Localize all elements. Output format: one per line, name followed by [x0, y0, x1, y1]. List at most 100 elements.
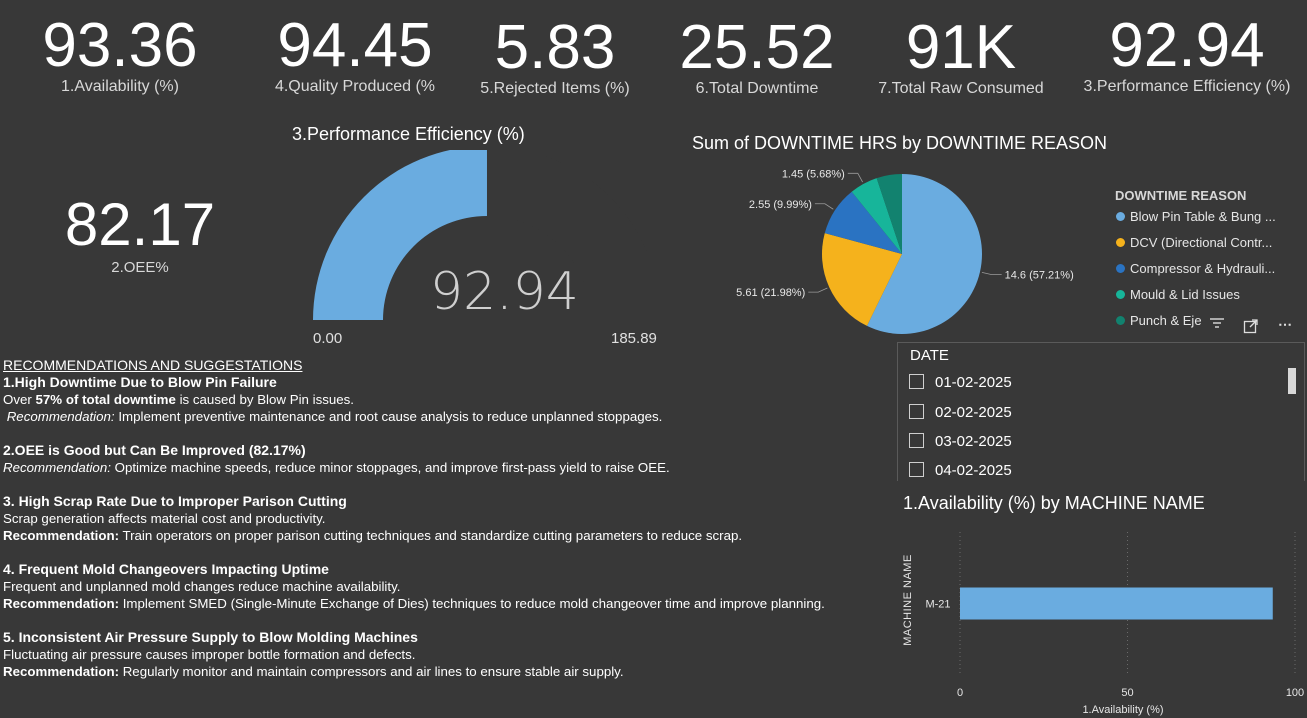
- recommendations-heading: RECOMMENDATIONS AND SUGGESTATIONS: [3, 357, 303, 373]
- filter-icon[interactable]: [1209, 316, 1225, 333]
- pie-leader-line: [808, 287, 828, 293]
- bar-x-tick-label: 0: [957, 687, 963, 699]
- gauge-title: 3.Performance Efficiency (%): [292, 124, 525, 144]
- slicer-item[interactable]: 02-02-2025: [909, 404, 1012, 421]
- kpi-value: 93.36: [42, 11, 198, 80]
- pie-data-label: 2.55 (9.99%): [749, 199, 812, 211]
- more-options-icon[interactable]: ⋯: [1278, 316, 1292, 333]
- legend-dot: [1116, 290, 1125, 299]
- bar-category-label: M-21: [925, 599, 950, 611]
- pie-title: Sum of DOWNTIME HRS by DOWNTIME REASON: [692, 133, 1108, 153]
- legend-item[interactable]: Compressor & Hydrauli...: [1116, 261, 1275, 276]
- rec-label: Recommendation:: [6, 409, 115, 424]
- kpi-label: 3.Performance Efficiency (%): [1083, 78, 1291, 95]
- legend-item[interactable]: DCV (Directional Contr...: [1116, 235, 1272, 250]
- pie-data-label: 14.6 (57.21%): [1005, 270, 1074, 282]
- legend-title: DOWNTIME REASON: [1115, 188, 1247, 203]
- checkbox[interactable]: [909, 404, 924, 419]
- recommendation-1-title: 1.High Downtime Due to Blow Pin Failure: [3, 374, 277, 390]
- legend-item[interactable]: Punch & Eje: [1116, 313, 1202, 328]
- kpi-value: 5.83: [494, 13, 616, 82]
- rec-label: Recommendation:: [3, 664, 119, 679]
- recommendation-5-rec: Recommendation: Regularly monitor and ma…: [3, 663, 893, 680]
- oee-label: 2.OEE%: [111, 259, 169, 276]
- checkbox[interactable]: [909, 433, 924, 448]
- highlight: 57% of total downtime: [35, 392, 176, 407]
- recommendation-2-rec: Recommendation: Optimize machine speeds,…: [3, 459, 893, 476]
- kpi-total-downtime: 25.52 6.Total Downtime: [657, 16, 857, 98]
- bar[interactable]: [960, 587, 1273, 620]
- recommendation-2-title: 2.OEE is Good but Can Be Improved (82.17…: [3, 442, 306, 458]
- bar-x-axis-label: 1.Availability (%): [1082, 704, 1163, 716]
- rec-text: Implement preventive maintenance and roo…: [114, 409, 663, 424]
- rec-label: Recommendation:: [3, 460, 111, 475]
- bar-y-axis-label: MACHINE NAME: [902, 554, 914, 646]
- slicer-item[interactable]: 03-02-2025: [909, 433, 1012, 450]
- bar-chart-title: 1.Availability (%) by MACHINE NAME: [903, 493, 1205, 513]
- recommendation-3-rec: Recommendation: Train operators on prope…: [3, 527, 893, 544]
- recommendation-3-title: 3. High Scrap Rate Due to Improper Paris…: [3, 493, 347, 509]
- pie-leader-line: [847, 172, 863, 183]
- slicer-item[interactable]: 04-02-2025: [909, 462, 1012, 478]
- recommendation-5-title: 5. Inconsistent Air Pressure Supply to B…: [3, 629, 418, 645]
- kpi-value: 25.52: [679, 13, 835, 82]
- legend-dot: [1116, 212, 1125, 221]
- focus-mode-icon[interactable]: [1243, 318, 1259, 337]
- slicer-item-label: 01-02-2025: [935, 374, 1012, 391]
- legend-label: Mould & Lid Issues: [1130, 287, 1240, 302]
- rec-text: Regularly monitor and maintain compresso…: [119, 664, 624, 679]
- pie-leader-line: [814, 203, 834, 210]
- recommendations-panel: RECOMMENDATIONS AND SUGGESTATIONS 1.High…: [3, 357, 893, 680]
- kpi-value: 94.45: [277, 11, 433, 80]
- recommendation-4-rec: Recommendation: Implement SMED (Single-M…: [3, 595, 893, 612]
- rec-text: Implement SMED (Single-Minute Exchange o…: [119, 596, 825, 611]
- checkbox[interactable]: [909, 462, 924, 477]
- kpi-label: 6.Total Downtime: [695, 80, 819, 97]
- oee-card: 82.17 2.OEE%: [40, 193, 240, 277]
- slicer-item-label: 03-02-2025: [935, 433, 1012, 450]
- kpi-label: 1.Availability (%): [61, 78, 179, 95]
- kpi-performance-efficiency: 92.94 3.Performance Efficiency (%): [1072, 14, 1302, 96]
- gauge-max-label: 185.89: [611, 330, 657, 347]
- kpi-quality-produced: 94.45 4.Quality Produced (%: [255, 14, 455, 96]
- legend-label: Blow Pin Table & Bung ...: [1130, 209, 1276, 224]
- bar-marks: [960, 587, 1273, 620]
- legend-label: DCV (Directional Contr...: [1130, 235, 1273, 250]
- rec-text: Optimize machine speeds, reduce minor st…: [110, 460, 670, 475]
- legend-item[interactable]: Mould & Lid Issues: [1116, 287, 1240, 302]
- legend-dot: [1116, 238, 1125, 247]
- recommendation-1-rec: Recommendation: Implement preventive mai…: [3, 408, 893, 425]
- legend-dot: [1116, 316, 1125, 325]
- recommendation-3-text: Scrap generation affects material cost a…: [3, 511, 326, 526]
- kpi-total-raw-consumed: 91K 7.Total Raw Consumed: [861, 16, 1061, 98]
- text: Over: [3, 392, 36, 407]
- pie-data-label: 5.61 (21.98%): [736, 287, 805, 299]
- rec-label: Recommendation:: [3, 596, 119, 611]
- slicer-scrollbar[interactable]: [1288, 368, 1296, 394]
- recommendation-4-text: Frequent and unplanned mold changes redu…: [3, 579, 401, 594]
- checkbox[interactable]: [909, 374, 924, 389]
- recommendation-5-text: Fluctuating air pressure causes improper…: [3, 647, 416, 662]
- slicer-item-label: 04-02-2025: [935, 462, 1012, 478]
- kpi-label: 7.Total Raw Consumed: [878, 80, 1044, 97]
- pie-leader-line: [981, 272, 1002, 276]
- rec-label: Recommendation:: [3, 528, 119, 543]
- pie-data-label: 1.45 (5.68%): [782, 168, 845, 180]
- kpi-label: 4.Quality Produced (%: [274, 78, 436, 95]
- kpi-rejected-items: 5.83 5.Rejected Items (%): [455, 16, 655, 98]
- kpi-label: 5.Rejected Items (%): [480, 80, 630, 97]
- pie-chart[interactable]: 14.6 (57.21%) 5.61 (21.98%) 2.55 (9.99%) 1.…: [700, 160, 1100, 340]
- legend-dot: [1116, 264, 1125, 273]
- bar-chart[interactable]: 0 50 100 M-21 MACHINE NAME 1.Availability (…: [895, 520, 1305, 716]
- slicer-title: DATE: [910, 347, 949, 364]
- slicer-item-label: 02-02-2025: [935, 404, 1012, 421]
- gauge-min-label: 0.00: [313, 330, 343, 347]
- gauge-value: 92.94: [430, 262, 579, 322]
- pie-slices: [822, 174, 982, 334]
- rec-text: Train operators on proper parison cuttin…: [119, 528, 743, 543]
- bar-x-tick-label: 100: [1286, 687, 1304, 699]
- legend-label: Compressor & Hydrauli...: [1130, 261, 1276, 276]
- legend-item[interactable]: Blow Pin Table & Bung ...: [1116, 209, 1276, 224]
- recommendation-4-title: 4. Frequent Mold Changeovers Impacting U…: [3, 561, 329, 577]
- slicer-item[interactable]: 01-02-2025: [909, 374, 1012, 391]
